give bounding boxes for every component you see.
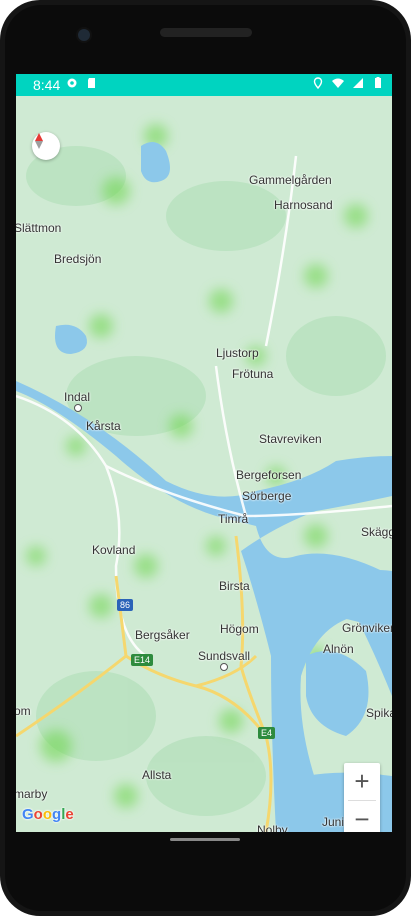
- map-canvas: [16, 96, 392, 832]
- gear-icon: [67, 78, 77, 88]
- place-label-indal: Indal: [64, 390, 91, 404]
- place-label-gronviken: Grönviken: [342, 621, 392, 635]
- location-icon: [313, 77, 323, 89]
- google-logo-letter: g: [52, 806, 62, 823]
- place-label-kovland: Kovland: [92, 543, 136, 557]
- earpiece-speaker: [160, 28, 252, 37]
- google-logo-letter: e: [65, 806, 74, 823]
- status-time: 8:44: [33, 77, 61, 93]
- place-label-bergeforsen: Bergeforsen: [236, 468, 302, 482]
- place-label-alno: Alnön: [323, 642, 354, 656]
- place-dot-sundsvall: [220, 663, 228, 671]
- place-label-om: om: [16, 704, 31, 718]
- battery-icon: [375, 77, 381, 88]
- google-logo-letter: o: [42, 806, 53, 823]
- screen: 8:44 Gammelgården Harnosand Slättmon Bre…: [16, 74, 392, 832]
- place-label-sorberge: Sörberge: [242, 489, 292, 503]
- place-label-bergsaker: Bergsåker: [135, 628, 190, 642]
- status-right-icons: [312, 77, 384, 89]
- place-label-hogom: Högom: [220, 622, 259, 636]
- place-label-ljustorp: Ljustorp: [216, 346, 259, 360]
- zoom-out-button[interactable]: −: [344, 801, 380, 833]
- place-label-marby: marby: [16, 787, 48, 801]
- place-label-skagg: Skägg: [361, 525, 392, 539]
- google-logo-letter: G: [22, 806, 34, 823]
- place-label-frotuna: Frötuna: [232, 367, 274, 381]
- road-shield-86: 86: [117, 599, 134, 611]
- zoom-controls: + −: [344, 763, 380, 832]
- place-label-spika: Spika: [366, 706, 392, 720]
- sd-card-icon: [88, 78, 95, 88]
- place-label-allsta: Allsta: [142, 768, 172, 782]
- place-label-slattmon: Slättmon: [16, 221, 62, 235]
- road-shield-e4: E4: [258, 727, 276, 739]
- front-camera: [76, 27, 92, 43]
- phone-frame: 8:44 Gammelgården Harnosand Slättmon Bre…: [0, 0, 411, 916]
- place-label-gammelgarden: Gammelgården: [249, 173, 332, 187]
- wifi-icon: [332, 78, 344, 88]
- signal-icon: [353, 78, 363, 88]
- status-left-icons: [66, 77, 98, 89]
- google-logo-letter: o: [33, 806, 43, 823]
- place-label-stavreviken: Stavreviken: [259, 432, 322, 446]
- place-label-timra: Timrå: [218, 512, 249, 526]
- place-dot-indal: [74, 404, 82, 412]
- place-label-karsta: Kårsta: [86, 419, 121, 433]
- compass-button[interactable]: [32, 132, 60, 160]
- compass-icon: [35, 133, 43, 149]
- place-label-birsta: Birsta: [219, 579, 250, 593]
- place-label-bredsjon: Bredsjön: [54, 252, 102, 266]
- place-label-nolby: Nolby: [257, 823, 288, 832]
- place-label-sundsvall: Sundsvall: [198, 649, 251, 663]
- home-indicator[interactable]: [170, 838, 240, 841]
- zoom-in-button[interactable]: +: [344, 763, 380, 799]
- google-logo: Google: [22, 806, 74, 823]
- map-view[interactable]: Gammelgården Harnosand Slättmon Bredsjön…: [16, 96, 392, 832]
- place-label-harnosand: Harnosand: [274, 198, 333, 212]
- road-shield-e14: E14: [131, 654, 154, 666]
- status-bar: 8:44: [16, 74, 392, 96]
